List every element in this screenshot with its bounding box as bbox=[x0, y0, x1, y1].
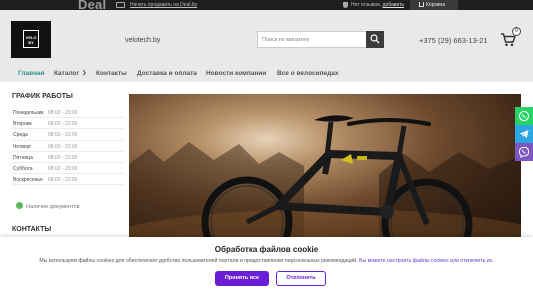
info-icon bbox=[16, 202, 23, 209]
schedule-hours: 08:00 - 23:00 bbox=[48, 165, 78, 172]
decline-button[interactable]: Отклонить bbox=[276, 271, 326, 286]
bicycle-illustration bbox=[129, 115, 521, 244]
schedule-row: Вторник 08:00 - 23:00 bbox=[12, 118, 124, 130]
logo-frame: VELO BY bbox=[23, 30, 39, 48]
accept-all-button[interactable]: Принять все bbox=[215, 271, 269, 286]
schedule-hours: 08:00 - 23:00 bbox=[48, 154, 78, 161]
schedule-day: Вторник bbox=[13, 121, 32, 128]
add-review-link[interactable]: добавить bbox=[383, 2, 405, 8]
site-name: velotech.by bbox=[125, 37, 161, 44]
search-button[interactable] bbox=[366, 31, 384, 48]
shield-icon bbox=[343, 2, 348, 8]
schedule-hours: 08:00 - 23:00 bbox=[48, 132, 78, 139]
nav-item-catalog[interactable]: Каталог ❯ bbox=[54, 70, 86, 77]
store-icon bbox=[116, 2, 125, 8]
schedule-day: Среда bbox=[13, 132, 28, 139]
telegram-icon bbox=[519, 130, 529, 138]
schedule-hours: 08:00 - 23:00 bbox=[48, 177, 78, 184]
schedule-table: Понедельник 08:00 - 23:00 Вторник 08:00 - … bbox=[12, 107, 124, 186]
schedule-row: Среда 08:00 - 23:00 bbox=[12, 129, 124, 141]
nav-item-contacts[interactable]: Контакты bbox=[96, 70, 127, 77]
hero-banner[interactable] bbox=[129, 94, 521, 244]
viber-icon bbox=[518, 146, 530, 158]
topbar-cart-button[interactable]: Корзина bbox=[410, 0, 458, 10]
cart-count-badge: 0 bbox=[512, 27, 521, 36]
schedule-day: Суббота bbox=[13, 165, 33, 172]
nav-item-about-bikes[interactable]: Все о велосипедах bbox=[277, 70, 338, 77]
search-input[interactable] bbox=[257, 31, 366, 48]
schedule-hours: 08:00 - 23:00 bbox=[48, 143, 78, 150]
nav-item-home[interactable]: Главная bbox=[18, 70, 44, 77]
site-logo[interactable]: VELO BY bbox=[11, 21, 51, 58]
documents-status[interactable]: Наличие документов bbox=[16, 202, 80, 210]
site-header: VELO BY velotech.by +375 (29) 663-13-21 … bbox=[0, 10, 533, 66]
schedule-row: Пятница 08:00 - 23:00 bbox=[12, 152, 124, 163]
schedule-day: Четверг bbox=[13, 143, 32, 150]
schedule-row: Понедельник 08:00 - 23:00 bbox=[12, 107, 124, 119]
cart-icon bbox=[419, 2, 424, 7]
cookie-banner: Обработка файлов cookie Мы используем фа… bbox=[0, 237, 533, 300]
schedule-title: ГРАФИК РАБОТЫ bbox=[12, 93, 73, 100]
whatsapp-icon bbox=[518, 110, 530, 122]
top-bar: Deal Начать продавать на Deal.by Нет отз… bbox=[0, 0, 533, 12]
cookie-title: Обработка файлов cookie bbox=[214, 245, 319, 254]
reviews-status: Нет отзывов, добавить bbox=[351, 2, 404, 8]
nav-item-news[interactable]: Новости компании bbox=[206, 70, 266, 77]
schedule-hours: 08:00 - 23:00 bbox=[48, 121, 78, 128]
schedule-hours: 08:00 - 23:00 bbox=[48, 110, 78, 116]
nav-item-delivery[interactable]: Доставка и оплата bbox=[137, 70, 197, 77]
schedule-day: Понедельник bbox=[13, 110, 44, 116]
chevron-down-icon: ❯ bbox=[82, 70, 87, 76]
viber-button[interactable] bbox=[515, 143, 533, 161]
reviews-text: Нет отзывов, bbox=[351, 2, 383, 8]
cookie-description: Мы используем файлы cookies для обеспече… bbox=[39, 258, 358, 264]
start-selling-link[interactable]: Начать продавать на Deal.by bbox=[130, 2, 197, 8]
contacts-title: КОНТАКТЫ bbox=[12, 226, 52, 233]
phone-number[interactable]: +375 (29) 663-13-21 bbox=[419, 36, 488, 45]
schedule-row: Четверг 08:00 - 23:00 bbox=[12, 141, 124, 152]
nav-item-catalog-label: Каталог bbox=[54, 70, 80, 77]
telegram-button[interactable] bbox=[515, 125, 533, 143]
whatsapp-button[interactable] bbox=[515, 107, 533, 125]
topbar-cart-label: Корзина bbox=[426, 2, 446, 8]
logo-text-line2: BY bbox=[28, 40, 34, 45]
search-icon bbox=[370, 34, 380, 44]
main-nav: Главная Каталог ❯ Контакты Доставка и опл… bbox=[0, 66, 533, 82]
schedule-day: Пятница bbox=[13, 154, 33, 161]
schedule-day: Воскресенье bbox=[13, 177, 43, 184]
cookie-settings-link[interactable]: Вы можете настроить файлы cookies или от… bbox=[359, 258, 494, 264]
schedule-row: Воскресенье 08:00 - 23:00 bbox=[12, 174, 124, 186]
documents-label: Наличие документов bbox=[26, 204, 80, 210]
schedule-row: Суббота 08:00 - 23:00 bbox=[12, 163, 124, 175]
header-cart-button[interactable]: 0 bbox=[500, 27, 521, 47]
cookie-text: Мы используем файлы cookies для обеспече… bbox=[0, 258, 533, 264]
